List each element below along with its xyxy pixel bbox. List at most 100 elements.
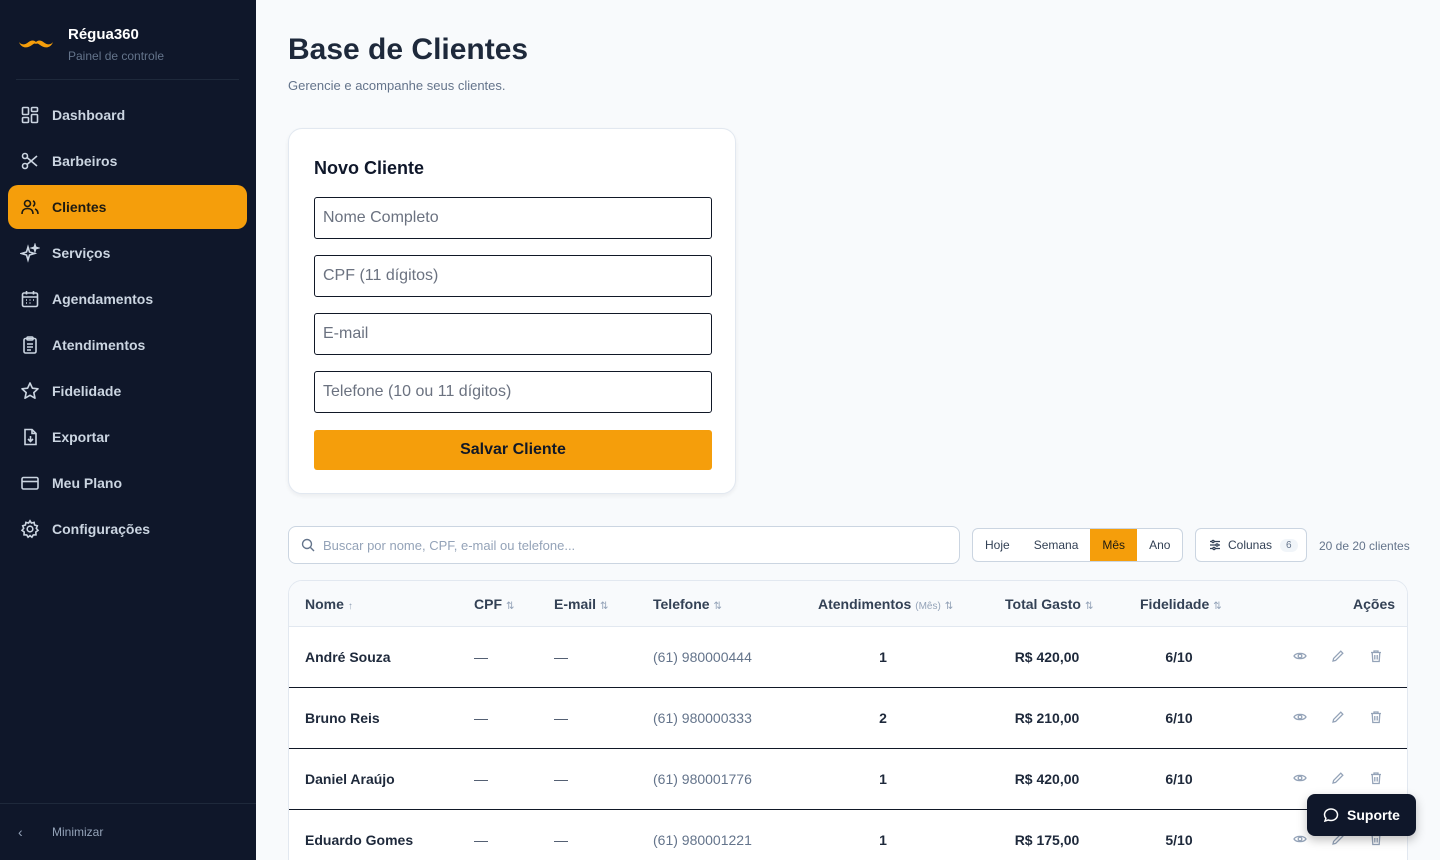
- page-subtitle: Gerencie e acompanhe seus clientes.: [288, 78, 506, 93]
- name-field[interactable]: [314, 197, 712, 239]
- email-field[interactable]: [314, 313, 712, 355]
- columns-button[interactable]: Colunas 6: [1195, 528, 1307, 562]
- cell-total: R$ 420,00: [1014, 649, 1080, 665]
- credit-card-icon: [20, 473, 40, 493]
- save-client-button[interactable]: Salvar Cliente: [314, 430, 712, 470]
- sidebar-item-configuracoes[interactable]: Configurações: [8, 507, 247, 551]
- star-icon: [20, 381, 40, 401]
- cell-attendances: 1: [879, 649, 887, 665]
- support-label: Suporte: [1347, 807, 1400, 823]
- sort-icon: ⇅: [944, 601, 954, 612]
- clients-table: Nome ↑ CPF ⇅ E-mail ⇅ Telefone ⇅ Atendimento…: [288, 580, 1408, 860]
- support-button[interactable]: Suporte: [1307, 794, 1416, 836]
- period-year-button[interactable]: Ano: [1137, 529, 1182, 561]
- view-icon[interactable]: [1293, 771, 1309, 787]
- mustache-logo-icon: [19, 40, 53, 48]
- sidebar-item-dashboard[interactable]: Dashboard: [8, 93, 247, 137]
- users-icon: [20, 197, 40, 217]
- cell-email: —: [554, 771, 568, 787]
- cell-phone: (61) 980000444: [653, 649, 752, 665]
- edit-icon[interactable]: [1331, 710, 1347, 726]
- sidebar-item-label: Serviços: [52, 245, 111, 261]
- sidebar-item-barbeiros[interactable]: Barbeiros: [8, 139, 247, 183]
- file-download-icon: [20, 427, 40, 447]
- cell-total: R$ 175,00: [1014, 832, 1080, 848]
- sort-icon: ⇅: [506, 601, 515, 612]
- cell-attendances: 2: [879, 710, 887, 726]
- brand[interactable]: Régua360 Painel de controle: [16, 22, 239, 80]
- sidebar-item-clientes[interactable]: Clientes: [8, 185, 247, 229]
- cell-email: —: [554, 832, 568, 848]
- sort-icon: ⇅: [600, 601, 609, 612]
- sort-icon: ⇅: [1084, 601, 1094, 612]
- sliders-icon: [1210, 539, 1220, 551]
- cell-loyalty: 6/10: [1165, 771, 1193, 787]
- cell-email: —: [554, 710, 568, 726]
- view-icon[interactable]: [1293, 832, 1309, 848]
- sort-icon: ⇅: [1213, 601, 1222, 612]
- cell-phone: (61) 980001221: [653, 832, 752, 848]
- header-attendances[interactable]: Atendimentos (Mês) ⇅: [818, 596, 953, 612]
- brand-name: Régua360: [68, 26, 139, 43]
- chat-bubble-icon: [1323, 808, 1339, 823]
- sidebar-item-servicos[interactable]: Serviços: [8, 231, 247, 275]
- minimize-label: Minimizar: [52, 825, 104, 839]
- sidebar-nav: Dashboard Barbeiros Clientes Serviços Ag…: [8, 93, 247, 553]
- header-name[interactable]: Nome ↑: [305, 596, 353, 612]
- sidebar-item-label: Meu Plano: [52, 475, 123, 491]
- search-bar: [288, 526, 960, 564]
- sidebar-item-label: Fidelidade: [52, 383, 122, 399]
- sidebar-item-label: Dashboard: [52, 107, 126, 123]
- minimize-button[interactable]: ‹ Minimizar: [0, 803, 256, 860]
- sidebar-item-exportar[interactable]: Exportar: [8, 415, 247, 459]
- sidebar-item-label: Exportar: [52, 429, 110, 445]
- cell-name: Bruno Reis: [305, 710, 380, 726]
- phone-field[interactable]: [314, 371, 712, 413]
- period-filter: Hoje Semana Mês Ano: [972, 528, 1184, 562]
- delete-icon[interactable]: [1369, 771, 1385, 787]
- sidebar-item-meu-plano[interactable]: Meu Plano: [8, 461, 247, 505]
- cell-cpf: —: [474, 771, 488, 787]
- cell-loyalty: 6/10: [1165, 649, 1193, 665]
- columns-label: Colunas: [1228, 538, 1273, 552]
- header-phone[interactable]: Telefone ⇅: [653, 596, 722, 612]
- search-input[interactable]: [323, 537, 923, 553]
- table-row[interactable]: Eduardo Gomes — — (61) 980001221 1 R$ 17…: [289, 810, 1407, 860]
- period-month-button[interactable]: Mês: [1090, 529, 1138, 561]
- header-total[interactable]: Total Gasto ⇅: [1005, 596, 1093, 612]
- chevron-left-icon: ‹: [18, 824, 23, 840]
- table-row[interactable]: Bruno Reis — — (61) 980000333 2 R$ 210,0…: [289, 688, 1407, 749]
- edit-icon[interactable]: [1331, 649, 1347, 665]
- cpf-field[interactable]: [314, 255, 712, 297]
- cell-name: Eduardo Gomes: [305, 832, 414, 848]
- delete-icon[interactable]: [1369, 649, 1385, 665]
- header-cpf[interactable]: CPF ⇅: [474, 596, 514, 612]
- header-email[interactable]: E-mail ⇅: [554, 596, 608, 612]
- sidebar-item-agendamentos[interactable]: Agendamentos: [8, 277, 247, 321]
- sidebar-item-atendimentos[interactable]: Atendimentos: [8, 323, 247, 367]
- table-row[interactable]: Daniel Araújo — — (61) 980001776 1 R$ 42…: [289, 749, 1407, 810]
- period-week-button[interactable]: Semana: [1022, 529, 1091, 561]
- sort-icon: ⇅: [713, 601, 722, 612]
- sidebar-item-label: Barbeiros: [52, 153, 118, 169]
- cell-attendances: 1: [879, 832, 887, 848]
- cell-name: Daniel Araújo: [305, 771, 395, 787]
- cell-cpf: —: [474, 649, 488, 665]
- cell-cpf: —: [474, 710, 488, 726]
- sidebar-item-label: Agendamentos: [52, 291, 154, 307]
- client-count: 20 de 20 clientes: [1319, 539, 1410, 553]
- sidebar-item-fidelidade[interactable]: Fidelidade: [8, 369, 247, 413]
- view-icon[interactable]: [1293, 649, 1309, 665]
- view-icon[interactable]: [1293, 710, 1309, 726]
- page-title: Base de Clientes: [288, 33, 529, 66]
- delete-icon[interactable]: [1369, 710, 1385, 726]
- header-loyalty[interactable]: Fidelidade ⇅: [1140, 596, 1222, 612]
- sidebar-item-label: Clientes: [52, 199, 107, 215]
- new-client-form: Novo Cliente Salvar Cliente: [288, 128, 736, 494]
- cell-name: André Souza: [305, 649, 391, 665]
- table-row[interactable]: André Souza — — (61) 980000444 1 R$ 420,…: [289, 627, 1407, 688]
- sidebar-item-label: Configurações: [52, 521, 151, 537]
- edit-icon[interactable]: [1331, 771, 1347, 787]
- period-today-button[interactable]: Hoje: [973, 529, 1022, 561]
- cell-total: R$ 210,00: [1014, 710, 1080, 726]
